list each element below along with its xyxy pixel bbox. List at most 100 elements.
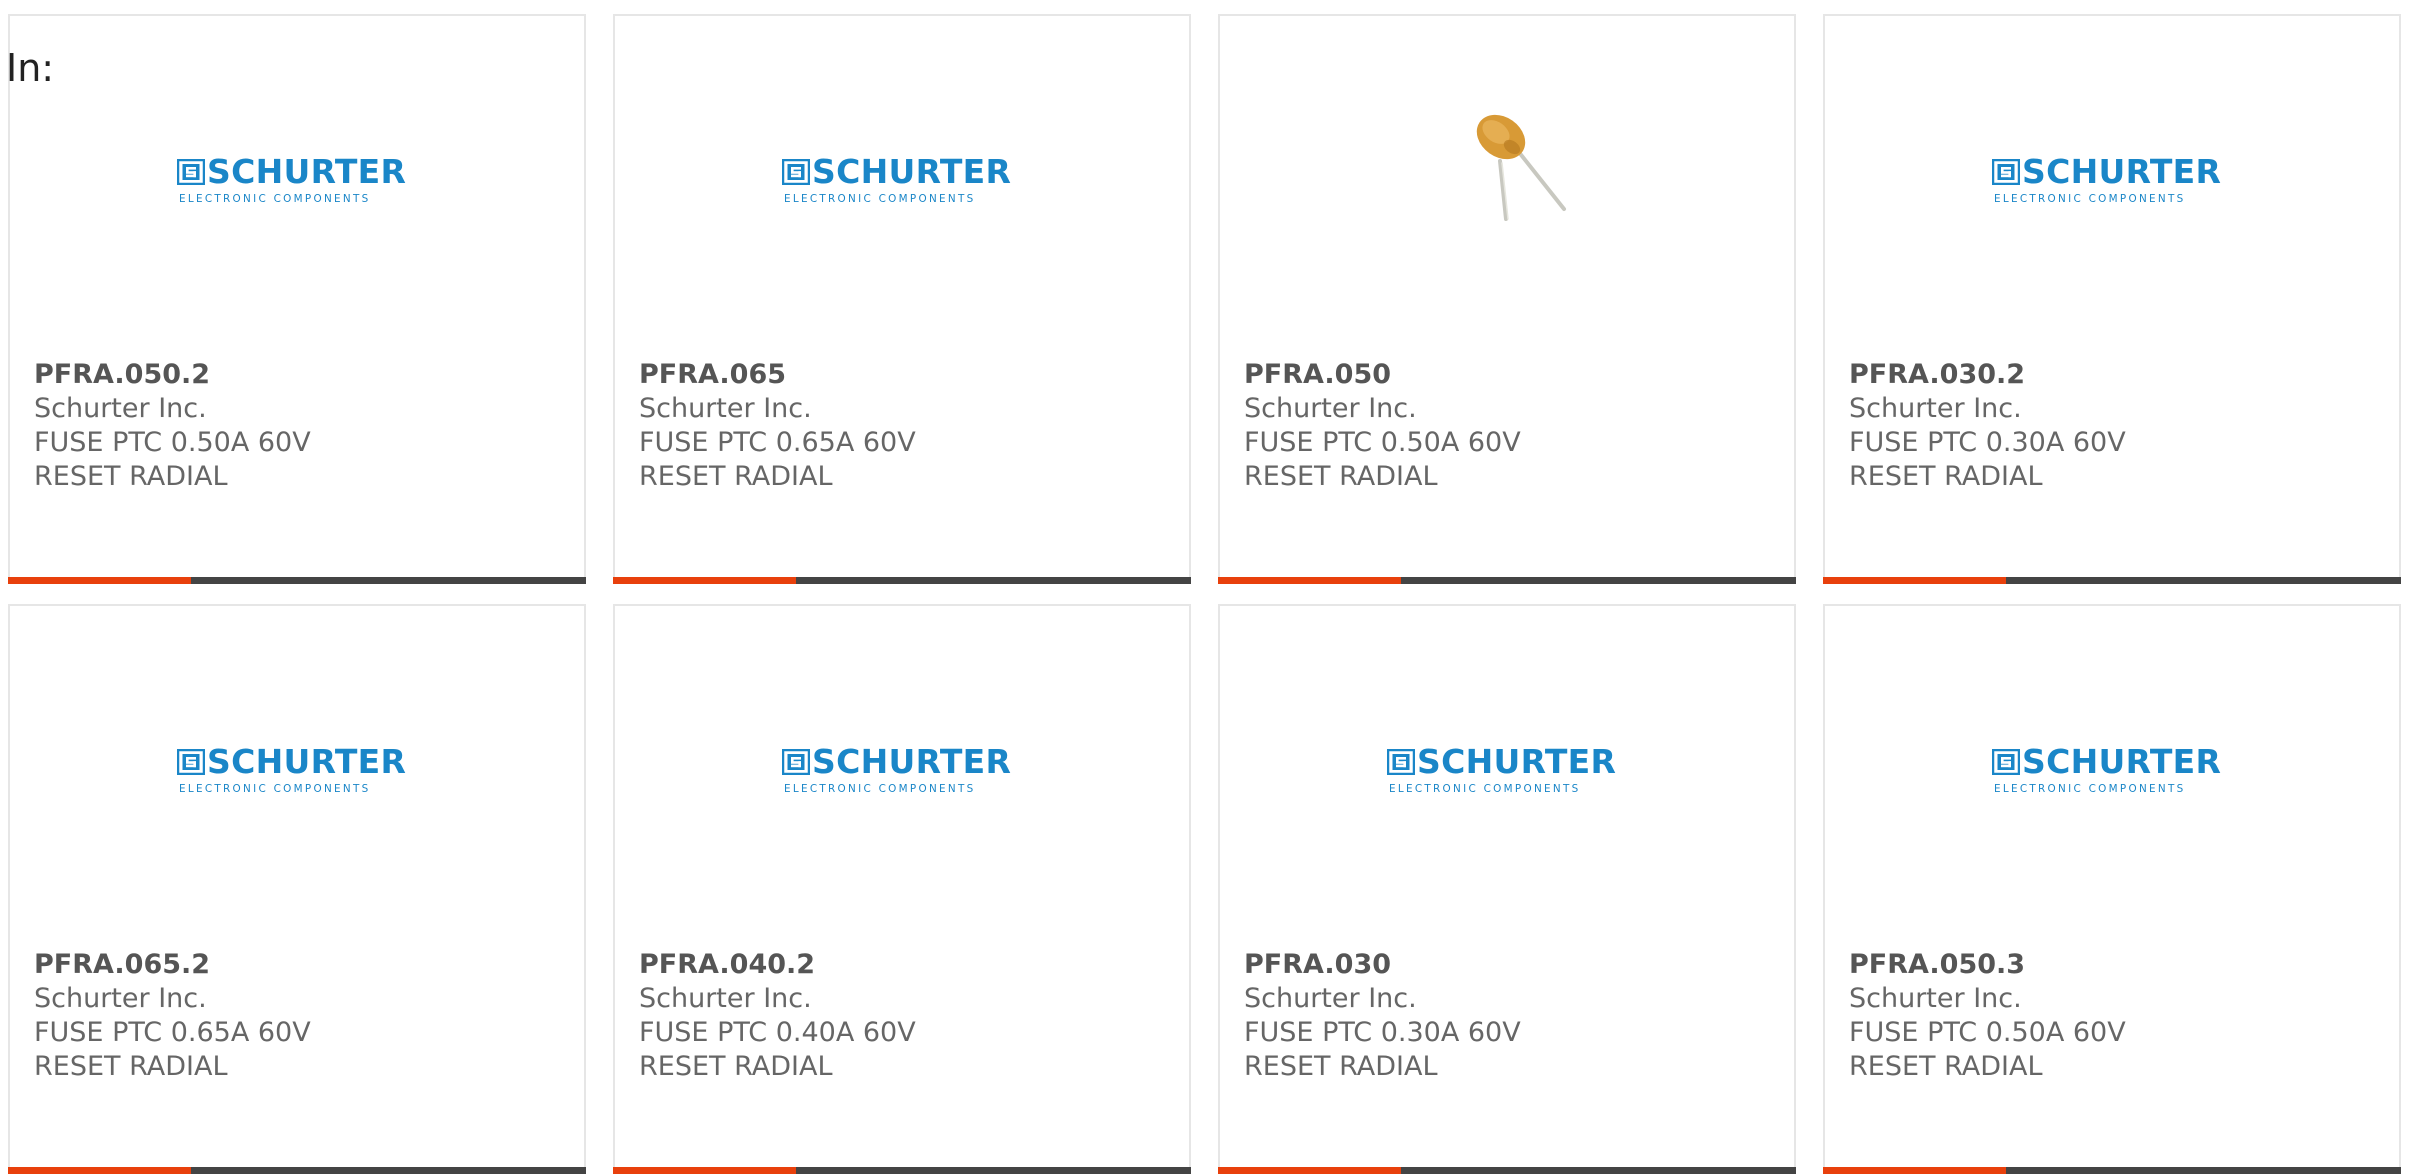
manufacturer: Schurter Inc. xyxy=(34,393,207,424)
manufacturer: Schurter Inc. xyxy=(1244,983,1417,1014)
card-accent-bar xyxy=(1218,1167,1796,1174)
part-number[interactable]: PFRA.050.2 xyxy=(34,358,560,392)
radial-ptc-fuse-photo xyxy=(1476,114,1566,221)
manufacturer: Schurter Inc. xyxy=(34,983,207,1014)
product-info: PFRA.030 Schurter Inc. FUSE PTC 0.30A 60… xyxy=(1244,948,1770,1084)
card-accent-bar xyxy=(613,577,1191,584)
product-card[interactable]: SCHURTER ELECTRONIC COMPONENTS PFRA.030.… xyxy=(1823,14,2401,584)
product-card[interactable]: SCHURTER ELECTRONIC COMPONENTS PFRA.040.… xyxy=(613,604,1191,1174)
schurter-logo-mark-icon xyxy=(177,749,205,775)
product-description: FUSE PTC 0.50A 60V RESET RADIAL xyxy=(1244,427,1521,492)
product-image[interactable]: SCHURTER ELECTRONIC COMPONENTS xyxy=(1220,606,1794,946)
schurter-logo-mark-icon xyxy=(1387,749,1415,775)
card-accent-bar-base xyxy=(1401,577,1796,584)
product-info: PFRA.040.2 Schurter Inc. FUSE PTC 0.40A … xyxy=(639,948,1165,1084)
card-accent-bar-base xyxy=(2006,1167,2401,1174)
schurter-wordmark: SCHURTER xyxy=(207,742,407,781)
schurter-logo: SCHURTER ELECTRONIC COMPONENTS xyxy=(782,742,1022,795)
schurter-wordmark: SCHURTER xyxy=(207,152,407,191)
card-accent-bar-highlight xyxy=(613,577,796,584)
product-description: FUSE PTC 0.40A 60V RESET RADIAL xyxy=(639,1017,916,1082)
card-accent-bar xyxy=(613,1167,1191,1174)
schurter-wordmark: SCHURTER xyxy=(2022,152,2222,191)
product-image[interactable]: SCHURTER ELECTRONIC COMPONENTS xyxy=(615,606,1189,946)
schurter-tagline: ELECTRONIC COMPONENTS xyxy=(784,193,976,205)
card-accent-bar-base xyxy=(796,577,1191,584)
product-description: FUSE PTC 0.65A 60V RESET RADIAL xyxy=(639,427,916,492)
schurter-tagline: ELECTRONIC COMPONENTS xyxy=(784,783,976,795)
card-accent-bar-highlight xyxy=(8,577,191,584)
part-number[interactable]: PFRA.040.2 xyxy=(639,948,1165,982)
card-accent-bar xyxy=(1218,577,1796,584)
part-number[interactable]: PFRA.050 xyxy=(1244,358,1770,392)
schurter-logo-mark-icon xyxy=(1992,749,2020,775)
product-card[interactable]: SCHURTER ELECTRONIC COMPONENTS PFRA.065.… xyxy=(8,604,586,1174)
card-accent-bar-base xyxy=(1401,1167,1796,1174)
part-number[interactable]: PFRA.065.2 xyxy=(34,948,560,982)
schurter-logo: SCHURTER ELECTRONIC COMPONENTS xyxy=(1387,745,1627,795)
card-accent-bar-base xyxy=(191,577,586,584)
schurter-logo: SCHURTER ELECTRONIC COMPONENTS xyxy=(177,152,417,205)
schurter-logo: SCHURTER ELECTRONIC COMPONENTS xyxy=(782,152,1022,205)
schurter-logo: SCHURTER ELECTRONIC COMPONENTS xyxy=(177,742,417,795)
product-image[interactable]: SCHURTER ELECTRONIC COMPONENTS xyxy=(1825,606,2399,946)
manufacturer: Schurter Inc. xyxy=(1849,983,2022,1014)
schurter-tagline: ELECTRONIC COMPONENTS xyxy=(1389,783,1581,795)
card-accent-bar-highlight xyxy=(1823,1167,2006,1174)
card-accent-bar-base xyxy=(2006,577,2401,584)
card-accent-bar xyxy=(1823,1167,2401,1174)
schurter-logo: SCHURTER ELECTRONIC COMPONENTS xyxy=(1992,152,2232,205)
product-card[interactable]: SCHURTER ELECTRONIC COMPONENTS PFRA.030 … xyxy=(1218,604,1796,1174)
schurter-logo-mark-icon xyxy=(177,159,205,185)
schurter-tagline: ELECTRONIC COMPONENTS xyxy=(179,193,371,205)
product-image[interactable]: SCHURTER ELECTRONIC COMPONENTS xyxy=(1825,16,2399,356)
product-description: FUSE PTC 0.50A 60V RESET RADIAL xyxy=(34,427,311,492)
product-info: PFRA.030.2 Schurter Inc. FUSE PTC 0.30A … xyxy=(1849,358,2375,494)
product-card[interactable]: PFRA.050 Schurter Inc. FUSE PTC 0.50A 60… xyxy=(1218,14,1796,584)
schurter-logo-mark-icon xyxy=(782,159,810,185)
part-number[interactable]: PFRA.065 xyxy=(639,358,1165,392)
card-accent-bar xyxy=(8,577,586,584)
product-info: PFRA.050.2 Schurter Inc. FUSE PTC 0.50A … xyxy=(34,358,560,494)
schurter-logo-mark-icon xyxy=(1992,159,2020,185)
manufacturer: Schurter Inc. xyxy=(639,393,812,424)
card-accent-bar xyxy=(8,1167,586,1174)
card-accent-bar-highlight xyxy=(1218,577,1401,584)
part-number[interactable]: PFRA.030 xyxy=(1244,948,1770,982)
card-accent-bar-highlight xyxy=(8,1167,191,1174)
product-image[interactable] xyxy=(1220,16,1794,356)
product-description: FUSE PTC 0.65A 60V RESET RADIAL xyxy=(34,1017,311,1082)
card-accent-bar-base xyxy=(796,1167,1191,1174)
product-image[interactable]: SCHURTER ELECTRONIC COMPONENTS xyxy=(10,16,584,356)
product-image[interactable]: SCHURTER ELECTRONIC COMPONENTS xyxy=(10,606,584,946)
card-accent-bar xyxy=(1823,577,2401,584)
manufacturer: Schurter Inc. xyxy=(639,983,812,1014)
product-card[interactable]: SCHURTER ELECTRONIC COMPONENTS PFRA.050.… xyxy=(8,14,586,584)
card-accent-bar-highlight xyxy=(1218,1167,1401,1174)
card-accent-bar-highlight xyxy=(613,1167,796,1174)
schurter-wordmark: SCHURTER xyxy=(812,152,1012,191)
product-card[interactable]: SCHURTER ELECTRONIC COMPONENTS PFRA.050.… xyxy=(1823,604,2401,1174)
card-accent-bar-base xyxy=(191,1167,586,1174)
product-image[interactable]: SCHURTER ELECTRONIC COMPONENTS xyxy=(615,16,1189,356)
manufacturer: Schurter Inc. xyxy=(1244,393,1417,424)
schurter-logo-mark-icon xyxy=(782,749,810,775)
filter-label: In: xyxy=(6,46,55,90)
schurter-logo: SCHURTER ELECTRONIC COMPONENTS xyxy=(1992,742,2232,795)
product-info: PFRA.050.3 Schurter Inc. FUSE PTC 0.50A … xyxy=(1849,948,2375,1084)
schurter-wordmark: SCHURTER xyxy=(2022,742,2222,781)
manufacturer: Schurter Inc. xyxy=(1849,393,2022,424)
card-accent-bar-highlight xyxy=(1823,577,2006,584)
product-description: FUSE PTC 0.30A 60V RESET RADIAL xyxy=(1849,427,2126,492)
part-number[interactable]: PFRA.030.2 xyxy=(1849,358,2375,392)
product-description: FUSE PTC 0.50A 60V RESET RADIAL xyxy=(1849,1017,2126,1082)
product-info: PFRA.050 Schurter Inc. FUSE PTC 0.50A 60… xyxy=(1244,358,1770,494)
product-card[interactable]: SCHURTER ELECTRONIC COMPONENTS PFRA.065 … xyxy=(613,14,1191,584)
product-grid: SCHURTER ELECTRONIC COMPONENTS PFRA.050.… xyxy=(8,14,2402,1174)
part-number[interactable]: PFRA.050.3 xyxy=(1849,948,2375,982)
schurter-wordmark: SCHURTER xyxy=(812,742,1012,781)
product-description: FUSE PTC 0.30A 60V RESET RADIAL xyxy=(1244,1017,1521,1082)
product-info: PFRA.065.2 Schurter Inc. FUSE PTC 0.65A … xyxy=(34,948,560,1084)
schurter-tagline: ELECTRONIC COMPONENTS xyxy=(179,783,371,795)
schurter-tagline: ELECTRONIC COMPONENTS xyxy=(1994,193,2186,205)
